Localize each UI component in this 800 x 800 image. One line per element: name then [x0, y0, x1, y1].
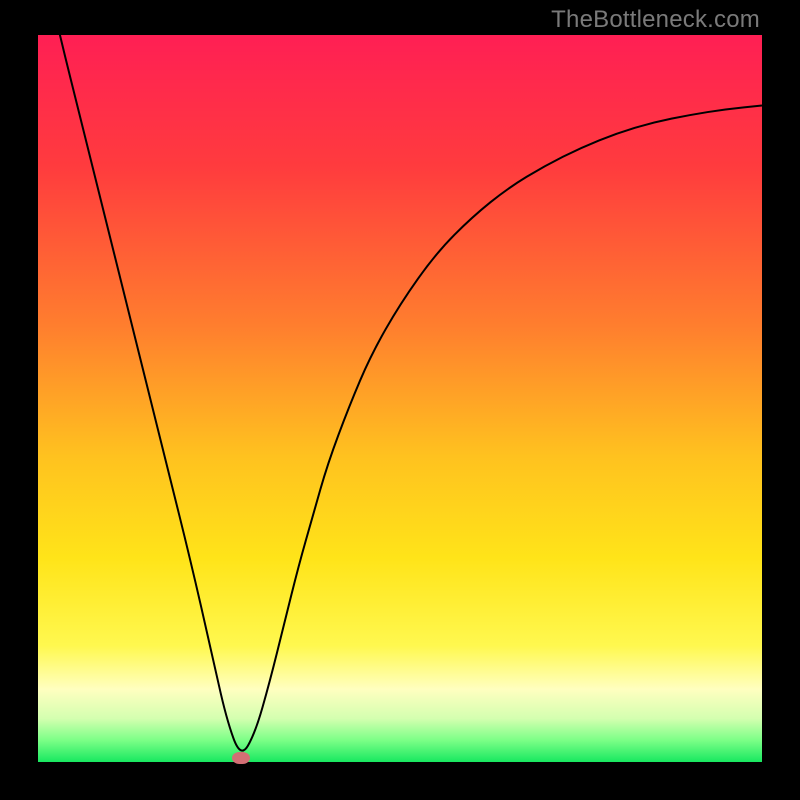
plot-area [38, 35, 762, 762]
chart-frame: TheBottleneck.com [0, 0, 800, 800]
watermark-text: TheBottleneck.com [551, 6, 760, 34]
bottleneck-curve [38, 35, 762, 762]
optimum-marker [232, 752, 250, 764]
